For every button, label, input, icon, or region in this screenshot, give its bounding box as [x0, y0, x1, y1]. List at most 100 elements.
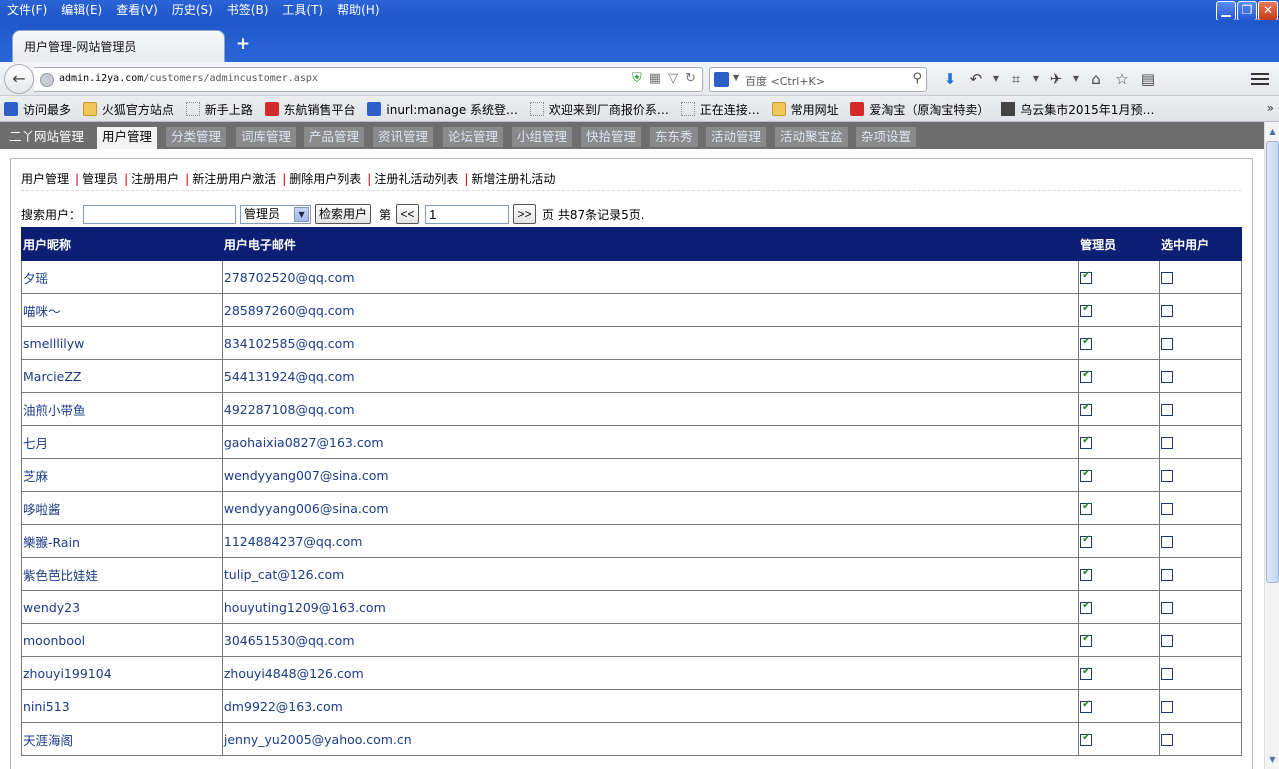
subnav-registered-users[interactable]: 注册用户 [131, 170, 179, 187]
admin-checkbox[interactable] [1080, 270, 1093, 284]
scroll-up-icon[interactable]: ▲ [1266, 124, 1279, 139]
select-user-checkbox[interactable] [1161, 437, 1174, 449]
admin-checkbox[interactable] [1080, 666, 1093, 680]
bookmark-item[interactable]: 爱淘宝（原淘宝特卖） [846, 96, 993, 121]
chevron-down-icon[interactable]: ▼ [989, 68, 1003, 90]
search-input[interactable] [83, 204, 237, 224]
user-nickname[interactable]: wendy23 [21, 590, 223, 624]
select-user-checkbox[interactable] [1161, 569, 1174, 581]
admin-checkbox[interactable] [1080, 468, 1093, 482]
reading-list-icon[interactable]: ▤ [1135, 68, 1161, 90]
user-email[interactable]: 834102585@qq.com [221, 326, 1080, 360]
admin-checkbox[interactable] [1080, 732, 1093, 746]
bookmark-item[interactable]: 正在连接… [677, 96, 764, 121]
user-email[interactable]: wendyyang006@sina.com [221, 491, 1080, 525]
user-email[interactable]: 1124884237@qq.com [221, 524, 1080, 558]
nav-activity-treasure[interactable]: 活动聚宝盆 [775, 127, 848, 147]
role-select[interactable]: 管理员 ▼ [240, 204, 312, 224]
admin-checkbox[interactable] [1080, 501, 1093, 515]
admin-checkbox[interactable] [1080, 336, 1093, 350]
user-nickname[interactable]: MarcieZZ [21, 359, 223, 393]
dropdown-arrow-icon[interactable]: ▽ [668, 71, 678, 86]
user-email[interactable]: jenny_yu2005@yahoo.com.cn [221, 722, 1080, 756]
menu-file[interactable]: 文件(F) [0, 0, 54, 19]
select-user-checkbox[interactable] [1161, 404, 1174, 416]
header-nickname[interactable]: 用户昵称 [21, 227, 223, 261]
menu-bookmarks[interactable]: 书签(B) [220, 0, 276, 19]
nav-lexicon-management[interactable]: 词库管理 [236, 127, 297, 147]
select-user-checkbox[interactable] [1161, 635, 1174, 647]
search-bar[interactable]: ▼ 百度 <Ctrl+K> ⚲ [709, 67, 927, 92]
undo-icon[interactable]: ↶ [963, 68, 989, 90]
magnifier-icon[interactable]: ⚲ [912, 71, 922, 86]
user-email[interactable]: tulip_cat@126.com [221, 557, 1080, 591]
select-user-checkbox[interactable] [1161, 470, 1174, 482]
select-user-checkbox[interactable] [1161, 668, 1174, 680]
new-tab-button[interactable]: + [232, 33, 254, 55]
menu-history[interactable]: 历史(S) [165, 0, 220, 19]
prev-page-button[interactable]: << [396, 204, 420, 224]
user-nickname[interactable]: 油煎小带鱼 [21, 392, 223, 426]
bookmark-item[interactable]: 新手上路 [182, 96, 257, 121]
reload-icon[interactable]: ↻ [685, 71, 696, 86]
user-nickname[interactable]: 紫色芭比娃娃 [21, 557, 223, 591]
user-nickname[interactable]: 喵咪～ [21, 293, 223, 327]
bookmark-item[interactable]: 常用网址 [768, 96, 843, 121]
user-nickname[interactable]: zhouyi199104 [21, 656, 223, 690]
menu-tools[interactable]: 工具(T) [275, 0, 330, 19]
baidu-engine-icon[interactable] [714, 72, 729, 87]
user-nickname[interactable]: 夕瑶 [21, 260, 223, 294]
site-identity-icon[interactable] [40, 73, 54, 87]
nav-kuaishi-management[interactable]: 快拾管理 [581, 127, 642, 147]
user-nickname[interactable]: 樂翭-Rain [21, 524, 223, 558]
select-user-checkbox[interactable] [1161, 602, 1174, 614]
select-user-checkbox[interactable] [1161, 305, 1174, 317]
user-nickname[interactable]: nini513 [21, 689, 223, 723]
tab-active[interactable]: 用户管理-网站管理员 [12, 30, 225, 62]
subnav-gift-activity-list[interactable]: 注册礼活动列表 [374, 170, 458, 187]
chevron-down-icon[interactable]: ▼ [1069, 68, 1083, 90]
admin-checkbox[interactable] [1080, 534, 1093, 548]
select-user-checkbox[interactable] [1161, 338, 1174, 350]
select-user-checkbox[interactable] [1161, 503, 1174, 515]
star-icon[interactable]: ☆ [1109, 68, 1135, 90]
user-nickname[interactable]: 芝麻 [21, 458, 223, 492]
nav-misc-settings[interactable]: 杂项设置 [856, 127, 917, 147]
user-email[interactable]: zhouyi4848@126.com [221, 656, 1080, 690]
admin-checkbox[interactable] [1080, 402, 1093, 416]
select-user-checkbox[interactable] [1161, 371, 1174, 383]
nav-dongdongxiu[interactable]: 东东秀 [650, 127, 698, 147]
bookmark-item[interactable]: 访问最多 [0, 96, 75, 121]
nav-site-home[interactable]: 二丫网站管理 [4, 127, 89, 147]
user-email[interactable]: houyuting1209@163.com [221, 590, 1080, 624]
user-email[interactable]: dm9922@163.com [221, 689, 1080, 723]
user-nickname[interactable]: 哆啦酱 [21, 491, 223, 525]
scrollbar-thumb[interactable] [1266, 141, 1279, 583]
qr-code-icon[interactable]: ▦ [649, 71, 661, 86]
nav-user-management[interactable]: 用户管理 [97, 127, 158, 149]
download-icon[interactable]: ⬇ [937, 68, 963, 90]
search-users-button[interactable]: 检索用户 [315, 204, 372, 224]
url-bar[interactable]: admin.i2ya.com/customers/admincustomer.a… [34, 67, 703, 92]
user-email[interactable]: 492287108@qq.com [221, 392, 1080, 426]
user-nickname[interactable]: moonbool [21, 623, 223, 657]
minimize-icon[interactable]: ▁ [1216, 1, 1236, 21]
admin-checkbox[interactable] [1080, 369, 1093, 383]
home-icon[interactable]: ⌂ [1083, 68, 1109, 90]
user-email[interactable]: wendyyang007@sina.com [221, 458, 1080, 492]
admin-checkbox[interactable] [1080, 699, 1093, 713]
nav-activity-management[interactable]: 活动管理 [706, 127, 767, 147]
nav-news-management[interactable]: 资讯管理 [373, 127, 434, 147]
user-nickname[interactable]: smelllilyw [21, 326, 223, 360]
nav-forum-management[interactable]: 论坛管理 [443, 127, 504, 147]
bookmark-item[interactable]: inurl:manage 系统登… [363, 96, 522, 121]
subnav-deleted-users[interactable]: 删除用户列表 [289, 170, 361, 187]
hamburger-menu-icon[interactable] [1251, 70, 1269, 88]
subnav-activate-new-users[interactable]: 新注册用户激活 [192, 170, 276, 187]
user-email[interactable]: 544131924@qq.com [221, 359, 1080, 393]
scroll-down-icon[interactable]: ▼ [1266, 752, 1279, 767]
subnav-admins[interactable]: 管理员 [82, 170, 118, 187]
header-email[interactable]: 用户电子邮件 [221, 227, 1080, 261]
chevron-down-icon[interactable]: ▼ [1029, 68, 1043, 90]
chevron-down-icon[interactable]: ▼ [733, 73, 739, 82]
